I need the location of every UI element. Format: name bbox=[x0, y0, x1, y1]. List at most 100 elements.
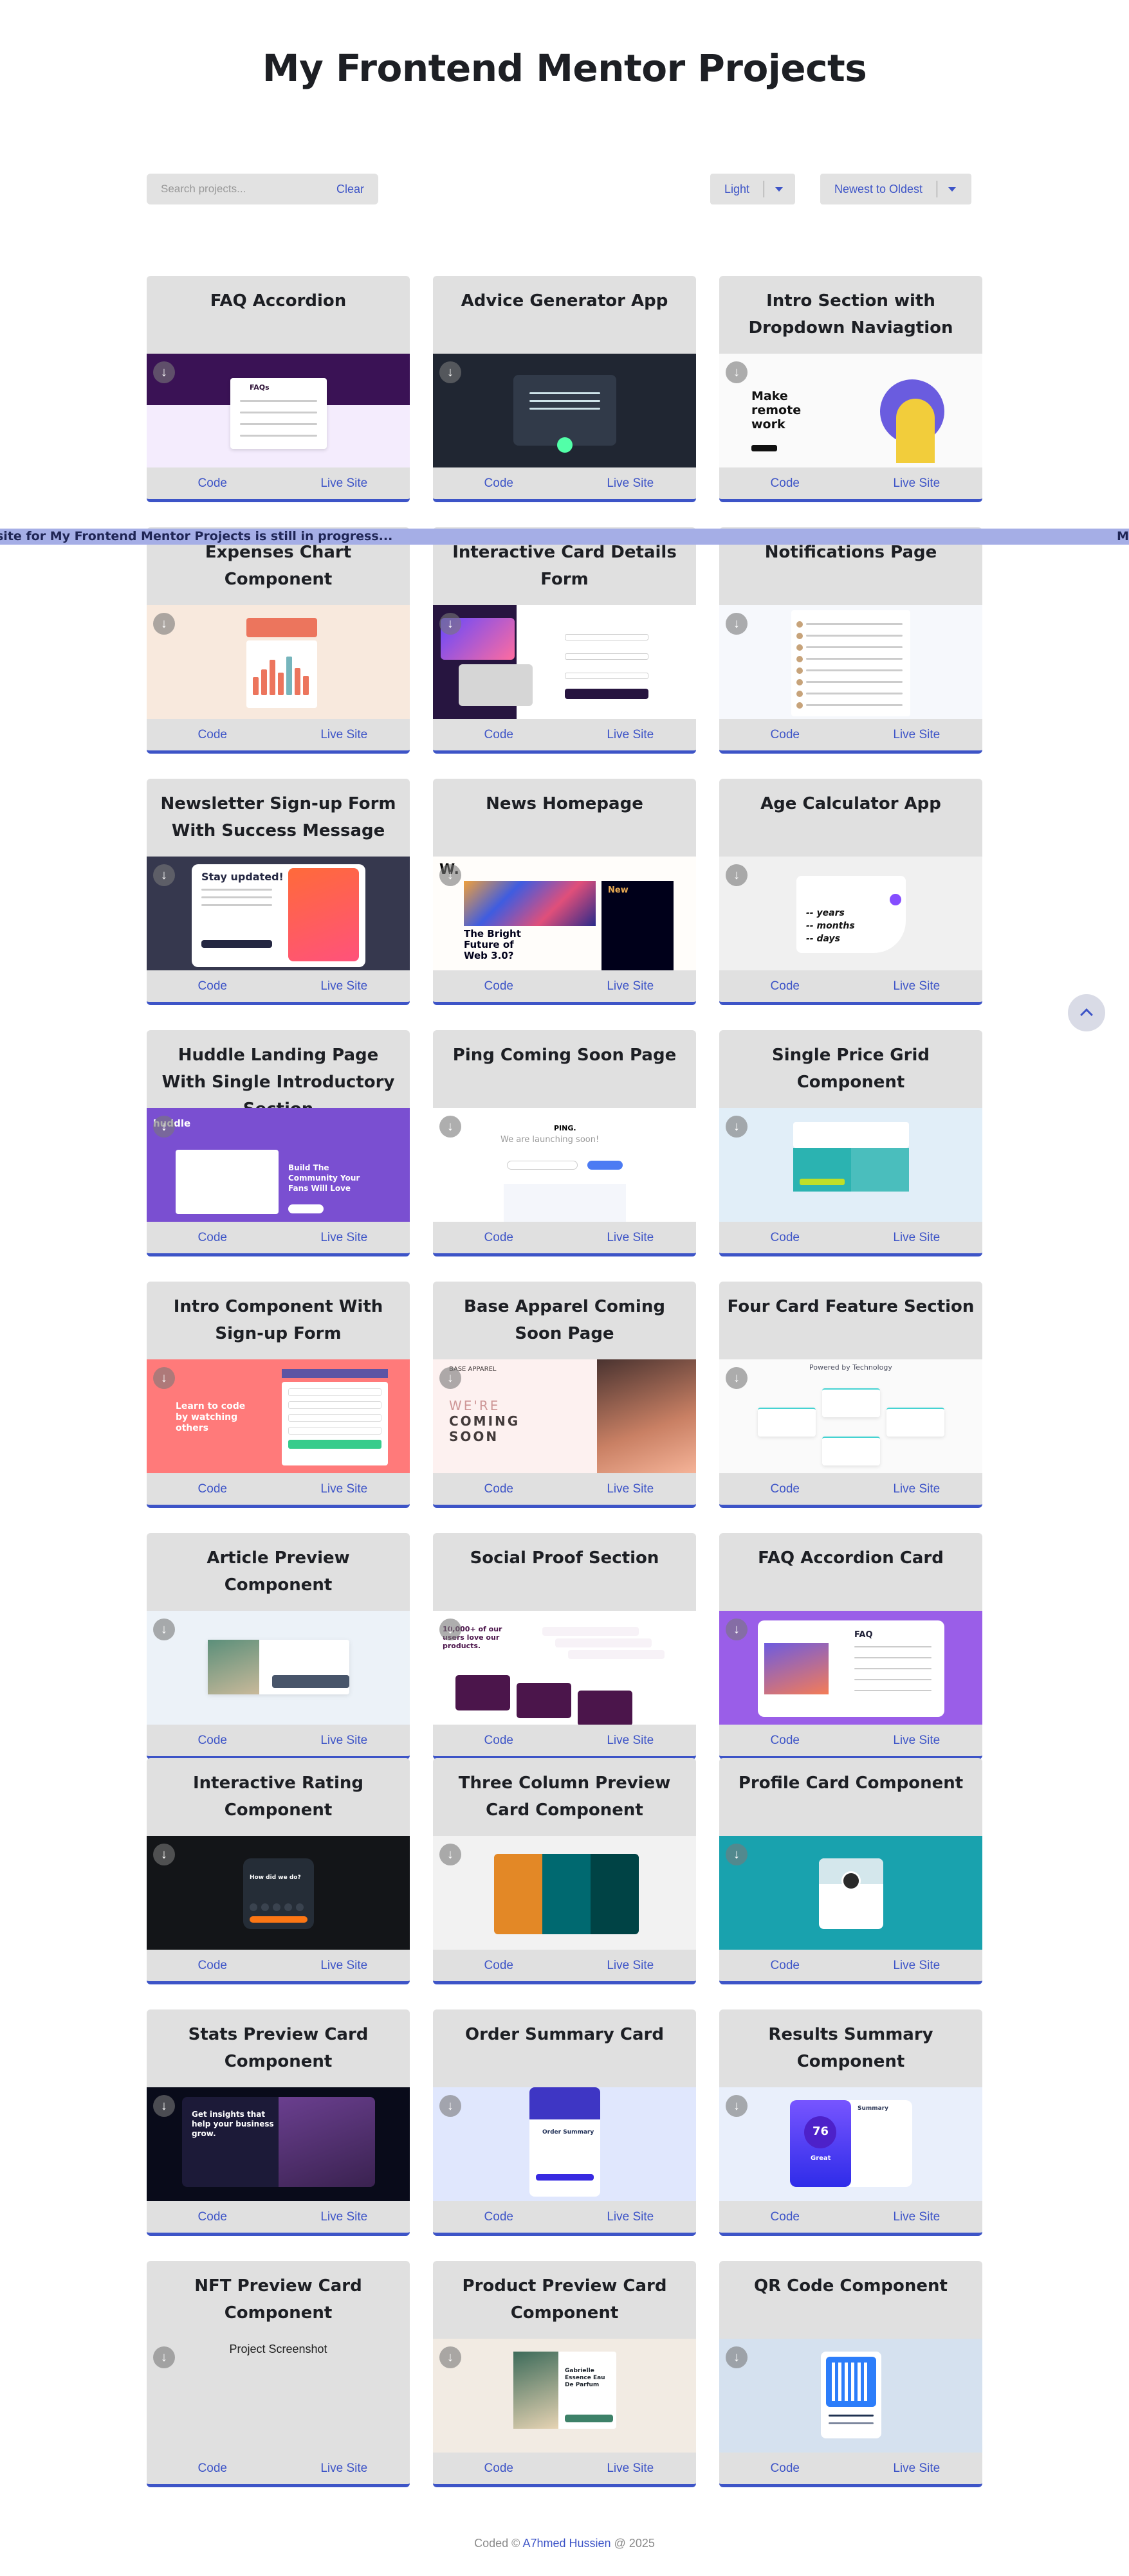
live-site-link[interactable]: Live Site bbox=[565, 970, 697, 1002]
code-link[interactable]: Code bbox=[147, 2453, 279, 2484]
code-link[interactable]: Code bbox=[147, 719, 279, 750]
arrow-down-icon[interactable]: ↓ bbox=[726, 1367, 748, 1389]
code-link[interactable]: Code bbox=[147, 1725, 279, 1756]
code-link[interactable]: Code bbox=[433, 2453, 565, 2484]
code-link[interactable]: Code bbox=[719, 1222, 851, 1253]
thumbnail-text: FAQ bbox=[854, 1630, 873, 1640]
live-site-link[interactable]: Live Site bbox=[279, 1222, 410, 1253]
project-title: Product Preview Card Component bbox=[462, 2276, 667, 2323]
live-site-link[interactable]: Live Site bbox=[851, 1950, 983, 1981]
live-site-link[interactable]: Live Site bbox=[279, 1950, 410, 1981]
arrow-down-icon[interactable]: ↓ bbox=[726, 2095, 748, 2117]
arrow-down-icon[interactable]: ↓ bbox=[439, 1844, 461, 1865]
live-site-link[interactable]: Live Site bbox=[851, 1473, 983, 1505]
arrow-down-icon[interactable]: ↓ bbox=[439, 864, 461, 886]
live-site-link[interactable]: Live Site bbox=[565, 2201, 697, 2233]
project-card: FAQ Accordion FAQs ↓ Code Live Site bbox=[147, 276, 410, 502]
code-link[interactable]: Code bbox=[719, 2453, 851, 2484]
code-link[interactable]: Code bbox=[433, 467, 565, 499]
live-site-link[interactable]: Live Site bbox=[851, 1222, 983, 1253]
code-link[interactable]: Code bbox=[719, 719, 851, 750]
live-site-link[interactable]: Live Site bbox=[851, 467, 983, 499]
live-site-link[interactable]: Live Site bbox=[565, 719, 697, 750]
arrow-down-icon[interactable]: ↓ bbox=[439, 361, 461, 383]
live-site-link[interactable]: Live Site bbox=[279, 2201, 410, 2233]
arrow-down-icon[interactable]: ↓ bbox=[726, 361, 748, 383]
code-link[interactable]: Code bbox=[719, 467, 851, 499]
theme-select[interactable]: Light bbox=[710, 174, 795, 204]
code-link[interactable]: Code bbox=[147, 2201, 279, 2233]
project-links: Code Live Site bbox=[147, 2201, 410, 2233]
code-link[interactable]: Code bbox=[433, 1950, 565, 1981]
project-title: Intro Component With Sign-up Form bbox=[173, 1297, 383, 1343]
live-site-link[interactable]: Live Site bbox=[279, 1725, 410, 1756]
live-site-link[interactable]: Live Site bbox=[279, 1473, 410, 1505]
project-screenshot: FAQs ↓ bbox=[147, 354, 410, 467]
arrow-down-icon[interactable]: ↓ bbox=[153, 361, 175, 383]
code-link[interactable]: Code bbox=[433, 2201, 565, 2233]
thumbnail-text: COMING bbox=[449, 1413, 520, 1429]
code-link[interactable]: Code bbox=[147, 1473, 279, 1505]
project-title: Interactive Rating Component bbox=[192, 1773, 364, 1820]
live-site-link[interactable]: Live Site bbox=[851, 2201, 983, 2233]
live-site-link[interactable]: Live Site bbox=[565, 1222, 697, 1253]
arrow-down-icon[interactable]: ↓ bbox=[726, 1844, 748, 1865]
arrow-down-icon[interactable]: ↓ bbox=[439, 1367, 461, 1389]
live-site-link[interactable]: Live Site bbox=[565, 1950, 697, 1981]
code-link[interactable]: Code bbox=[147, 1950, 279, 1981]
arrow-down-icon[interactable]: ↓ bbox=[153, 1116, 175, 1138]
code-link[interactable]: Code bbox=[719, 1950, 851, 1981]
code-link[interactable]: Code bbox=[719, 2201, 851, 2233]
arrow-down-icon[interactable]: ↓ bbox=[439, 1619, 461, 1640]
live-site-link[interactable]: Live Site bbox=[565, 467, 697, 499]
search-input[interactable] bbox=[161, 183, 336, 195]
sort-select[interactable]: Newest to Oldest bbox=[820, 174, 971, 204]
code-link[interactable]: Code bbox=[433, 970, 565, 1002]
live-site-link[interactable]: Live Site bbox=[279, 719, 410, 750]
arrow-down-icon[interactable]: ↓ bbox=[726, 2346, 748, 2368]
code-link[interactable]: Code bbox=[147, 1222, 279, 1253]
project-card: Profile Card Component ↓ Code Live Site bbox=[719, 1758, 982, 1984]
code-link[interactable]: Code bbox=[147, 467, 279, 499]
live-site-link[interactable]: Live Site bbox=[279, 467, 410, 499]
arrow-down-icon[interactable]: ↓ bbox=[726, 1116, 748, 1138]
arrow-down-icon[interactable]: ↓ bbox=[153, 1844, 175, 1865]
code-link[interactable]: Code bbox=[433, 1725, 565, 1756]
arrow-down-icon[interactable]: ↓ bbox=[153, 1619, 175, 1640]
live-site-link[interactable]: Live Site bbox=[851, 1725, 983, 1756]
arrow-down-icon[interactable]: ↓ bbox=[439, 613, 461, 635]
arrow-down-icon[interactable]: ↓ bbox=[726, 613, 748, 635]
live-site-link[interactable]: Live Site bbox=[851, 719, 983, 750]
arrow-down-icon[interactable]: ↓ bbox=[439, 2346, 461, 2368]
code-link[interactable]: Code bbox=[433, 719, 565, 750]
scroll-to-top-button[interactable] bbox=[1068, 994, 1105, 1031]
arrow-down-icon[interactable]: ↓ bbox=[153, 864, 175, 886]
arrow-down-icon[interactable]: ↓ bbox=[153, 613, 175, 635]
project-card: Four Card Feature Section Powered by Tec… bbox=[719, 1282, 982, 1508]
code-link[interactable]: Code bbox=[433, 1222, 565, 1253]
project-card: Intro Section with Dropdown Naviagtion M… bbox=[719, 276, 982, 502]
arrow-down-icon[interactable]: ↓ bbox=[439, 2095, 461, 2117]
code-link[interactable]: Code bbox=[719, 970, 851, 1002]
project-links: Code Live Site bbox=[147, 1950, 410, 1981]
live-site-link[interactable]: Live Site bbox=[279, 970, 410, 1002]
arrow-down-icon[interactable]: ↓ bbox=[153, 1367, 175, 1389]
live-site-link[interactable]: Live Site bbox=[565, 2453, 697, 2484]
clear-button[interactable]: Clear bbox=[336, 183, 364, 196]
arrow-down-icon[interactable]: ↓ bbox=[439, 1116, 461, 1138]
code-link[interactable]: Code bbox=[719, 1725, 851, 1756]
footer-author-link[interactable]: A7hmed Hussien bbox=[522, 2537, 610, 2550]
live-site-link[interactable]: Live Site bbox=[851, 970, 983, 1002]
code-link[interactable]: Code bbox=[719, 1473, 851, 1505]
code-link[interactable]: Code bbox=[147, 970, 279, 1002]
live-site-link[interactable]: Live Site bbox=[565, 1473, 697, 1505]
arrow-down-icon[interactable]: ↓ bbox=[726, 864, 748, 886]
arrow-down-icon[interactable]: ↓ bbox=[726, 1619, 748, 1640]
code-link[interactable]: Code bbox=[433, 1473, 565, 1505]
live-site-link[interactable]: Live Site bbox=[279, 2453, 410, 2484]
caret-down-icon bbox=[764, 174, 794, 204]
arrow-down-icon[interactable]: ↓ bbox=[153, 2095, 175, 2117]
live-site-link[interactable]: Live Site bbox=[851, 2453, 983, 2484]
live-site-link[interactable]: Live Site bbox=[565, 1725, 697, 1756]
arrow-down-icon[interactable]: ↓ bbox=[153, 2346, 175, 2368]
